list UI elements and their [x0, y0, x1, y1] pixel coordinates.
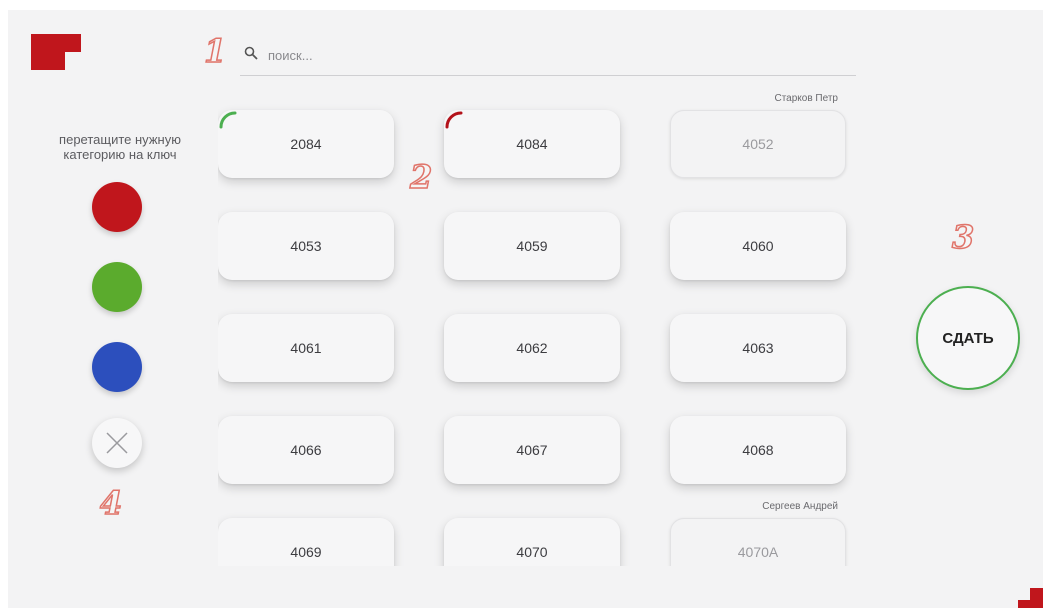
- key-number: 2084: [290, 136, 322, 152]
- search-input[interactable]: [268, 42, 828, 68]
- category-red-swatch[interactable]: [92, 182, 142, 232]
- annotation-4: 4: [99, 483, 123, 523]
- key-number: 4084: [516, 136, 548, 152]
- key-number: 4062: [516, 340, 548, 356]
- key-card-4061[interactable]: 4061: [218, 314, 394, 382]
- key-number: 4053: [290, 238, 322, 254]
- brand-corner-icon: [1018, 588, 1043, 608]
- key-number: 4070A: [737, 544, 779, 560]
- search-bar: [240, 40, 856, 76]
- key-number: 4052: [742, 136, 774, 152]
- key-number: 4068: [742, 442, 774, 458]
- category-green-swatch[interactable]: [92, 262, 142, 312]
- category-blue-swatch[interactable]: [92, 342, 142, 392]
- green-category-mark: [219, 111, 237, 129]
- key-card-4069[interactable]: 4069: [218, 518, 394, 566]
- key-card-4070A[interactable]: 4070A: [670, 518, 846, 566]
- key-number: 4063: [742, 340, 774, 356]
- search-icon: [244, 46, 258, 60]
- key-number: 4060: [742, 238, 774, 254]
- keys-grid: 2084 4084 Старков Петр 4052 4053 4059 4060 4061…: [218, 90, 878, 566]
- brand-logo-icon: [31, 34, 81, 70]
- key-number: 4059: [516, 238, 548, 254]
- key-card-4070[interactable]: 4070: [444, 518, 620, 566]
- key-card-4060[interactable]: 4060: [670, 212, 846, 280]
- key-card-4053[interactable]: 4053: [218, 212, 394, 280]
- key-terminal-screen: 1 2 3 4 перетащите нужную категорию на к…: [8, 10, 1043, 608]
- submit-button[interactable]: СДАТЬ: [916, 286, 1020, 390]
- key-card-2084[interactable]: 2084: [218, 110, 394, 178]
- key-number: 4061: [290, 340, 322, 356]
- key-card-4066[interactable]: 4066: [218, 416, 394, 484]
- annotation-3: 3: [951, 217, 975, 257]
- key-card-4084[interactable]: 4084: [444, 110, 620, 178]
- key-card-4062[interactable]: 4062: [444, 314, 620, 382]
- key-holder-name: Старков Петр: [774, 93, 838, 104]
- close-icon: [106, 432, 128, 454]
- key-number: 4070: [516, 544, 548, 560]
- key-card-4067[interactable]: 4067: [444, 416, 620, 484]
- key-number: 4067: [516, 442, 548, 458]
- drag-instruction: перетащите нужную категорию на ключ: [59, 132, 181, 162]
- clear-category-button[interactable]: [92, 418, 142, 468]
- red-category-mark: [445, 111, 463, 129]
- key-card-4059[interactable]: 4059: [444, 212, 620, 280]
- key-number: 4069: [290, 544, 322, 560]
- annotation-1: 1: [203, 31, 227, 71]
- key-card-4068[interactable]: 4068: [670, 416, 846, 484]
- key-card-4063[interactable]: 4063: [670, 314, 846, 382]
- key-holder-name: Сергеев Андрей: [762, 501, 838, 512]
- key-card-4052[interactable]: 4052: [670, 110, 846, 178]
- key-number: 4066: [290, 442, 322, 458]
